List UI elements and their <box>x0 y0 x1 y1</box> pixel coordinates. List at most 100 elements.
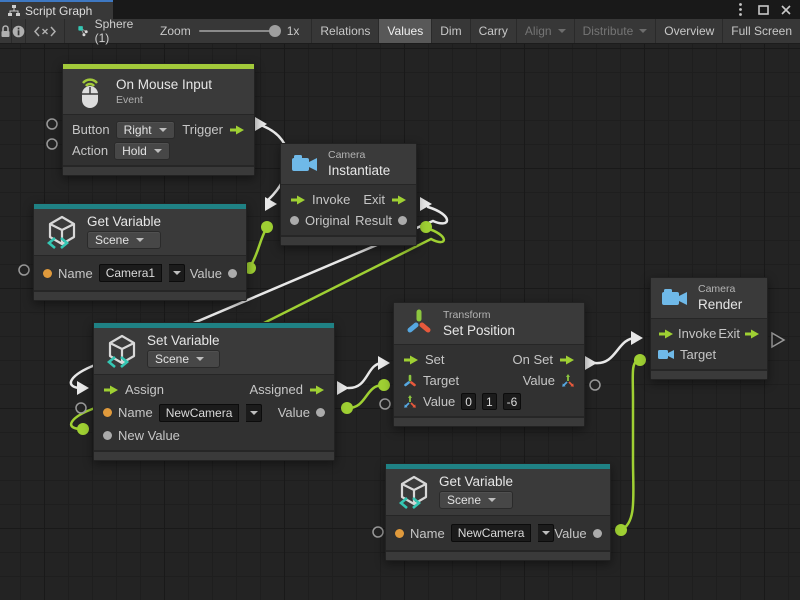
flow-arrow-icon <box>103 385 119 395</box>
vector3-port-icon <box>403 395 417 409</box>
variable-name-dropdown-button[interactable] <box>169 264 185 282</box>
mouse-button-dropdown[interactable]: Right <box>116 121 175 139</box>
variable-name-value: NewCamera <box>166 406 233 420</box>
info-icon <box>12 25 25 38</box>
button-label: Relations <box>320 24 370 38</box>
close-icon[interactable] <box>778 2 794 18</box>
wire-newcamera-rendertarget[interactable] <box>621 360 638 530</box>
port-assigned-output[interactable] <box>337 381 349 395</box>
node-title: Get Variable <box>439 474 513 489</box>
button-label: Carry <box>479 24 508 38</box>
node-camera-render[interactable]: Camera Render Invoke Exit <box>650 277 768 380</box>
tab-title: Script Graph <box>25 4 92 18</box>
variable-name-dropdown-button[interactable] <box>538 524 554 542</box>
node-get-variable-newcamera[interactable]: Get Variable Scene Name NewCamera Value <box>385 463 611 561</box>
inspect-button[interactable] <box>12 19 26 43</box>
variable-name-field[interactable]: NewCamera <box>451 524 532 542</box>
exit-port-label: Exit <box>363 192 385 207</box>
transform-port-icon <box>403 374 417 388</box>
wire-camera1-original[interactable] <box>250 229 266 267</box>
original-port-dot <box>290 216 299 225</box>
port-render-exit-unconnected[interactable] <box>772 333 784 347</box>
graph-toolbar: Sphere (1) Zoom 1x Relations Values Dim … <box>0 19 800 44</box>
port-original-input[interactable] <box>261 221 273 233</box>
kebab-menu-icon[interactable] <box>732 2 748 18</box>
toolbar-button-distribute[interactable]: Distribute <box>574 19 656 43</box>
button-label: Full Screen <box>731 24 792 38</box>
new-value-port-dot <box>103 431 112 440</box>
vector3-port-icon <box>561 374 575 388</box>
variable-name-field[interactable]: Camera1 <box>99 264 162 282</box>
assign-port-label: Assign <box>125 382 164 397</box>
port-setvar-name-unconnected[interactable] <box>76 403 86 413</box>
graph-breadcrumb-label: Sphere (1) <box>95 17 137 45</box>
port-newvalue-input[interactable] <box>77 423 89 435</box>
name-port-label: Name <box>410 526 445 541</box>
port-set-input[interactable] <box>378 356 390 370</box>
port-onset-output[interactable] <box>585 356 597 370</box>
port-setposition-value-in-unconnected[interactable] <box>380 399 390 409</box>
port-result-output[interactable] <box>420 221 432 233</box>
name-port-dot <box>395 529 404 538</box>
port-action-input-unconnected[interactable] <box>47 139 57 149</box>
port-setposition-value-out-unconnected[interactable] <box>590 380 600 390</box>
node-camera-instantiate[interactable]: Camera Instantiate Invoke Exit <box>280 143 417 246</box>
port-button-input-unconnected[interactable] <box>47 119 57 129</box>
node-on-mouse-input[interactable]: On Mouse Input Event Button Right Trigge… <box>62 63 255 176</box>
exit-port-label: Exit <box>718 326 740 341</box>
toolbar-button-align[interactable]: Align <box>516 19 574 43</box>
port-newcamera-value-output[interactable] <box>615 524 627 536</box>
camera-port-icon <box>658 349 675 360</box>
value-port-dot <box>316 408 325 417</box>
mouse-action-dropdown[interactable]: Hold <box>114 142 170 160</box>
vector-z-input[interactable]: -6 <box>503 393 522 410</box>
toolbar-toggles: Relations Values Dim Carry Align Distrib… <box>311 19 800 43</box>
toolbar-button-overview[interactable]: Overview <box>655 19 722 43</box>
port-invoke-input[interactable] <box>265 197 277 211</box>
port-getvar2-name-unconnected[interactable] <box>373 527 383 537</box>
variable-scope-dropdown[interactable]: Scene <box>87 231 161 249</box>
port-assign-input[interactable] <box>77 381 89 395</box>
node-set-variable[interactable]: Set Variable Scene Assign Assigned <box>93 322 335 461</box>
port-getvar1-name-unconnected[interactable] <box>19 265 29 275</box>
node-subtitle: Event <box>116 94 212 106</box>
node-title: On Mouse Input <box>116 77 212 92</box>
variable-scope-dropdown[interactable]: Scene <box>439 491 513 509</box>
zoom-slider[interactable] <box>199 30 279 32</box>
toolbar-button-fullscreen[interactable]: Full Screen <box>722 19 800 43</box>
wire-assigned-set[interactable] <box>348 363 383 388</box>
name-port-label: Name <box>118 405 153 420</box>
code-view-button[interactable] <box>26 19 65 43</box>
port-setvar-value-output[interactable] <box>341 402 353 414</box>
vector-x-input[interactable]: 0 <box>461 393 476 410</box>
flow-arrow-icon <box>559 355 575 365</box>
vector-y-input[interactable]: 1 <box>482 393 497 410</box>
value-port-label: Value <box>190 266 222 281</box>
toolbar-button-relations[interactable]: Relations <box>311 19 378 43</box>
graph-breadcrumb[interactable]: Sphere (1) <box>70 19 145 43</box>
port-trigger-output[interactable] <box>255 117 267 131</box>
variable-scope-dropdown[interactable]: Scene <box>147 350 220 368</box>
toolbar-button-dim[interactable]: Dim <box>431 19 469 43</box>
lock-button[interactable] <box>0 19 12 43</box>
zoom-slider-handle[interactable] <box>269 25 281 37</box>
node-footer <box>94 450 334 460</box>
port-target-input[interactable] <box>378 379 390 391</box>
maximize-icon[interactable] <box>755 2 771 18</box>
wire-onset-invoke[interactable] <box>595 338 636 363</box>
node-footer <box>34 290 246 300</box>
chevron-down-icon <box>488 498 496 506</box>
flow-arrow-icon <box>290 195 306 205</box>
node-footer <box>394 416 584 426</box>
graph-breadcrumb-icon <box>78 24 88 38</box>
node-get-variable-camera1[interactable]: Get Variable Scene Name Camera1 Value <box>33 203 247 301</box>
toolbar-button-values[interactable]: Values <box>378 19 431 43</box>
script-graph-window: On Mouse Input Event Button Right Trigge… <box>0 0 800 600</box>
zoom-label: Zoom <box>160 24 191 38</box>
port-render-invoke-input[interactable] <box>631 331 643 345</box>
variable-name-field[interactable]: NewCamera <box>159 404 240 422</box>
variable-name-dropdown-button[interactable] <box>246 404 262 422</box>
toolbar-button-carry[interactable]: Carry <box>470 19 516 43</box>
node-set-position[interactable]: Transform Set Position Set On Set <box>393 302 585 427</box>
port-render-target-input[interactable] <box>634 354 646 366</box>
